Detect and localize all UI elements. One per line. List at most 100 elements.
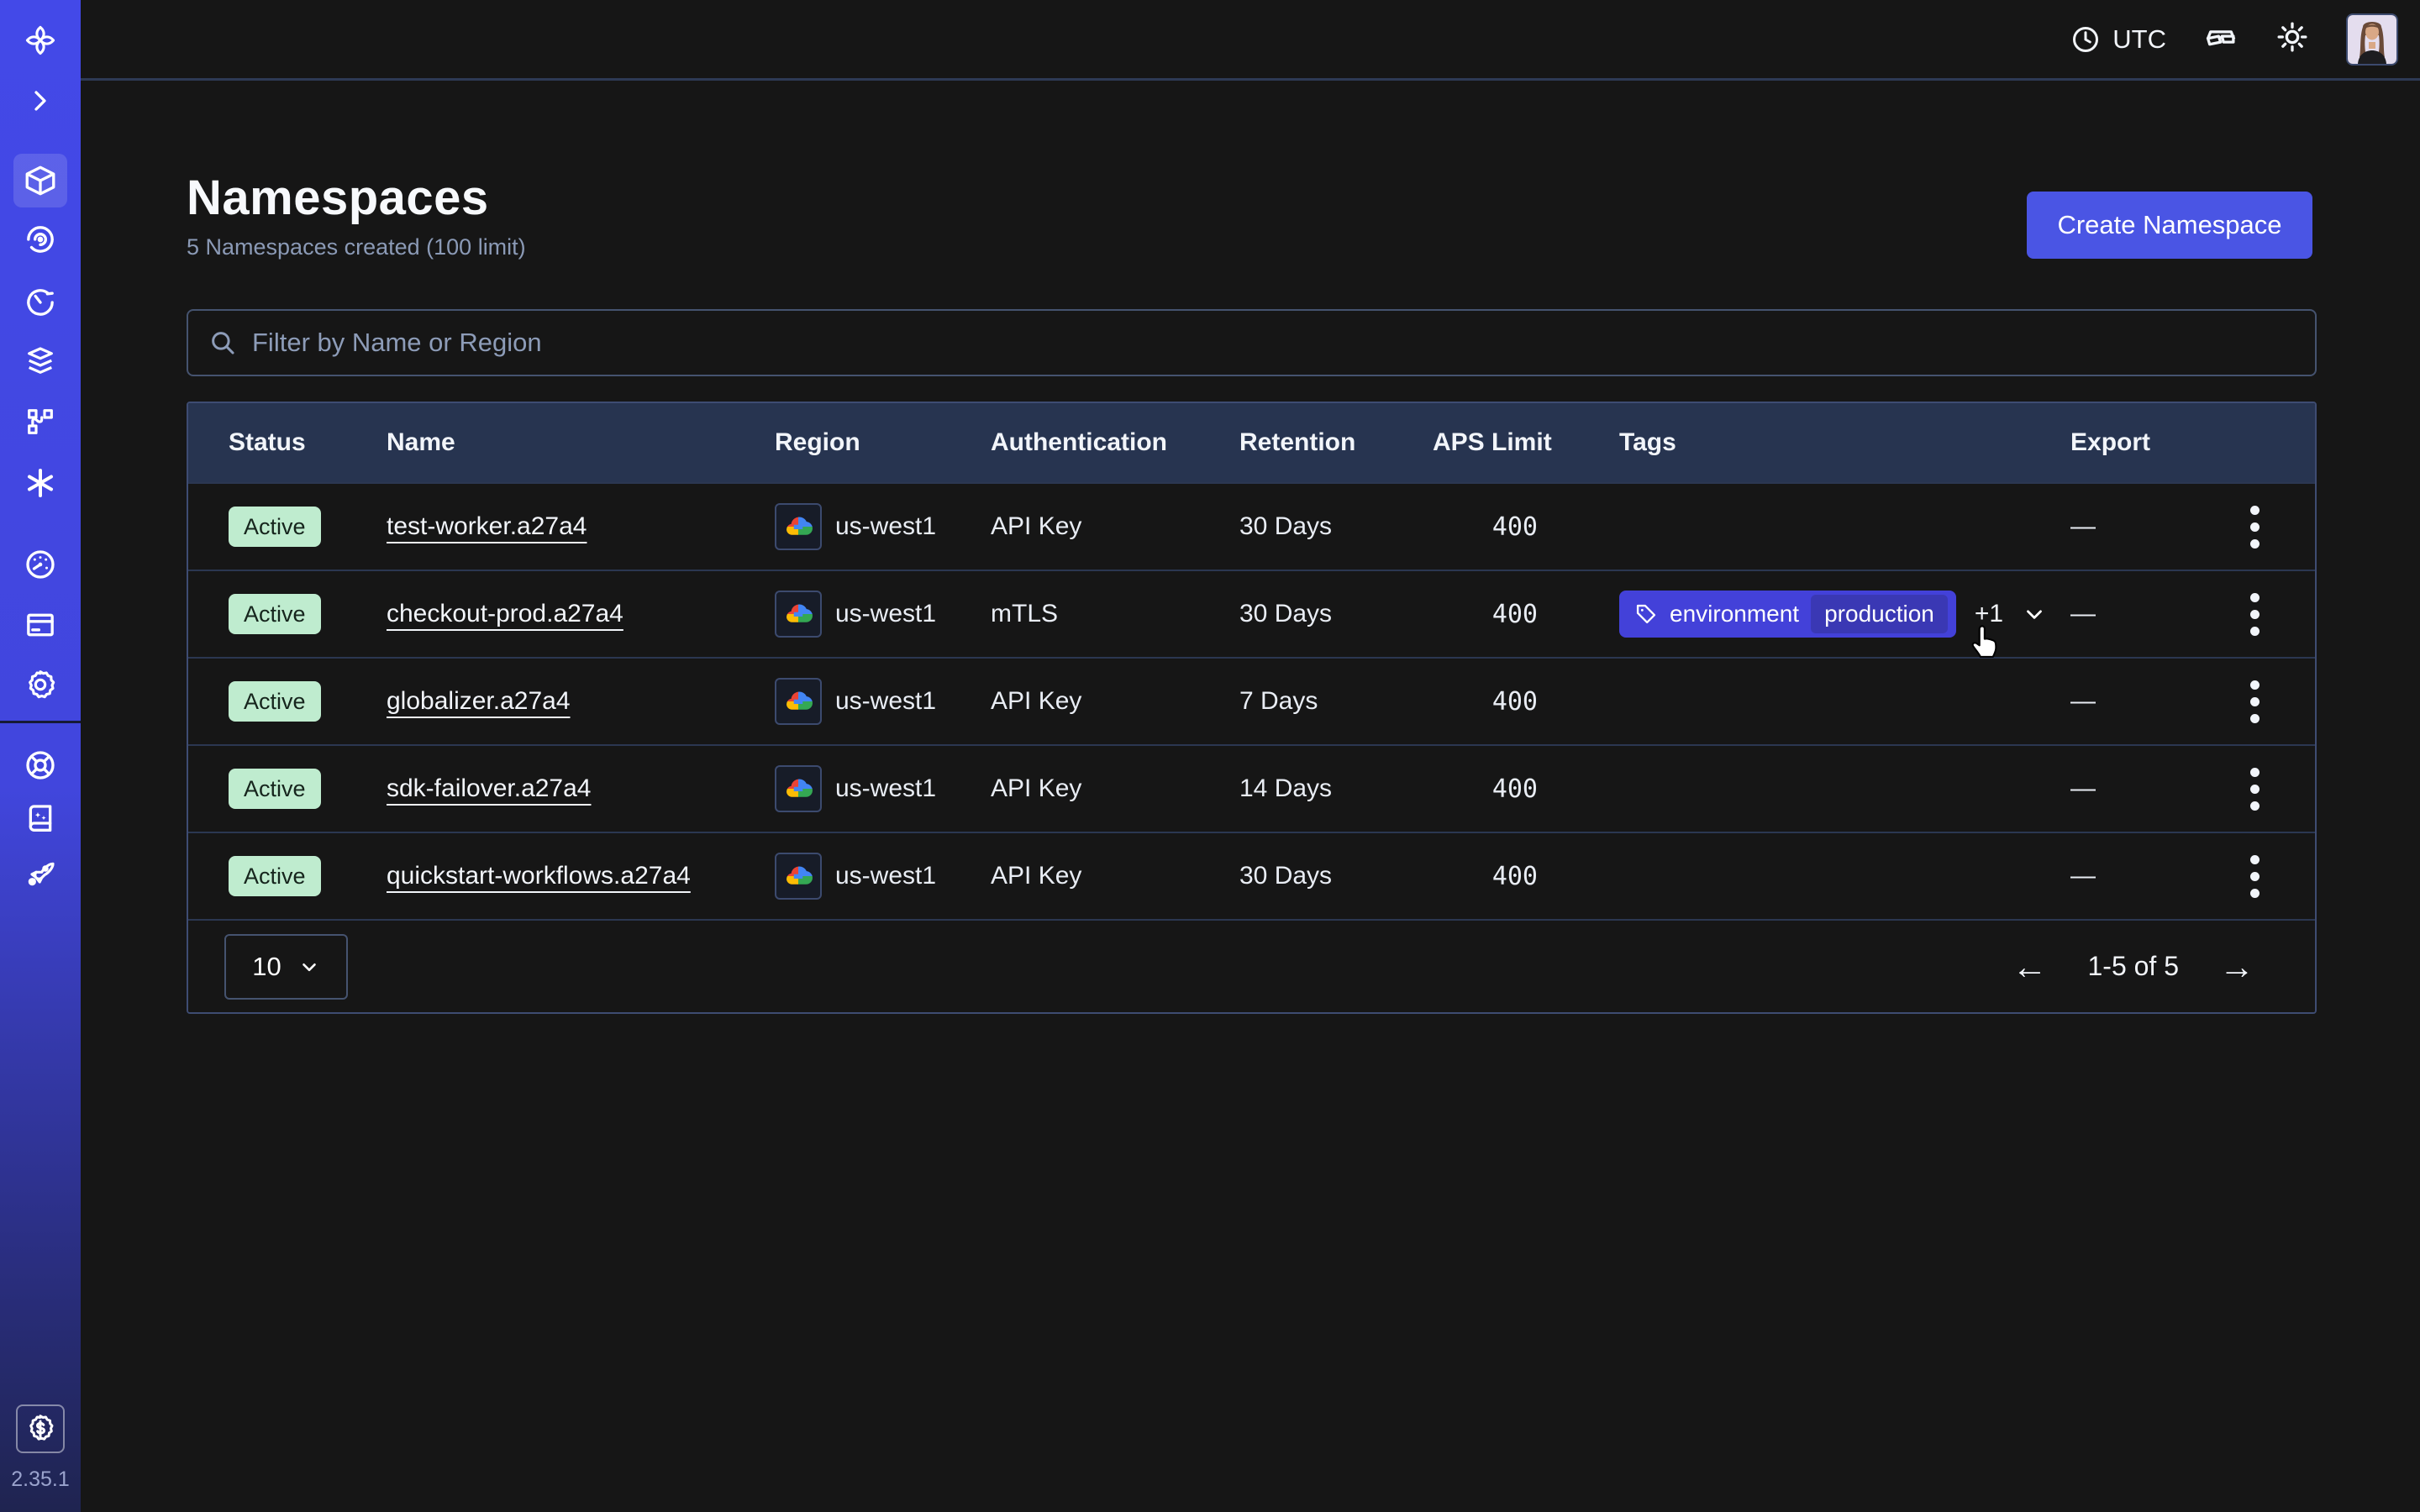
sidebar-item-usage[interactable] bbox=[20, 544, 60, 585]
col-status: Status bbox=[229, 428, 387, 457]
sidebar-item-nexus[interactable] bbox=[20, 463, 60, 503]
tags-cell: environment production +1 bbox=[1619, 591, 2070, 638]
retention-label: 14 Days bbox=[1239, 774, 1433, 803]
app-version: 2.35.1 bbox=[0, 1467, 81, 1492]
retention-label: 7 Days bbox=[1239, 687, 1433, 716]
expand-chevron-icon[interactable] bbox=[20, 81, 60, 121]
sidebar-item-billing[interactable] bbox=[20, 605, 60, 645]
page-size-select[interactable]: 10 bbox=[224, 934, 348, 1000]
table-row[interactable]: Active checkout-prod.a27a4 us-west1 bbox=[188, 570, 2315, 657]
region-label: us-west1 bbox=[835, 687, 936, 716]
export-value: — bbox=[2070, 600, 2096, 628]
namespace-link[interactable]: globalizer.a27a4 bbox=[387, 687, 571, 715]
page-size-value: 10 bbox=[252, 952, 281, 982]
sidebar-item-namespaces[interactable] bbox=[13, 154, 67, 207]
col-name: Name bbox=[387, 428, 775, 457]
col-retention: Retention bbox=[1239, 428, 1433, 457]
sidebar-item-schedules[interactable] bbox=[20, 282, 60, 323]
col-export: Export bbox=[2070, 428, 2315, 457]
tag-value: production bbox=[1811, 595, 1948, 633]
retention-label: 30 Days bbox=[1239, 512, 1433, 541]
sidebar-item-workers[interactable] bbox=[20, 402, 60, 442]
retention-label: 30 Days bbox=[1239, 862, 1433, 890]
aps-limit-value: 400 bbox=[1433, 774, 1538, 804]
sidebar-item-settings[interactable] bbox=[20, 664, 60, 705]
table-footer: 10 ← 1-5 of 5 → bbox=[188, 919, 2315, 1012]
namespace-link[interactable]: quickstart-workflows.a27a4 bbox=[387, 862, 691, 890]
status-badge: Active bbox=[229, 681, 321, 722]
chevron-down-icon bbox=[298, 956, 320, 978]
region-label: us-west1 bbox=[835, 862, 936, 890]
gcp-cloud-icon bbox=[775, 765, 822, 812]
prev-page-button[interactable]: ← bbox=[2012, 949, 2047, 984]
sidebar-item-deployments[interactable] bbox=[20, 341, 60, 381]
row-menu-button[interactable] bbox=[2242, 585, 2268, 644]
row-menu-button[interactable] bbox=[2242, 672, 2268, 732]
search-icon bbox=[208, 328, 237, 357]
create-namespace-button[interactable]: Create Namespace bbox=[2027, 192, 2312, 259]
table-body: Active test-worker.a27a4 us-west1 A bbox=[188, 482, 2315, 919]
namespace-link[interactable]: sdk-failover.a27a4 bbox=[387, 774, 592, 802]
filter-box bbox=[187, 309, 2317, 376]
row-menu-button[interactable] bbox=[2242, 759, 2268, 819]
export-value: — bbox=[2070, 512, 2096, 541]
export-value: — bbox=[2070, 862, 2096, 890]
gcp-cloud-icon bbox=[775, 853, 822, 900]
row-menu-button[interactable] bbox=[2242, 497, 2268, 557]
timezone-selector[interactable]: UTC bbox=[2070, 24, 2166, 55]
export-value: — bbox=[2070, 774, 2096, 803]
sidebar-item-workflows[interactable] bbox=[20, 219, 60, 260]
sidebar-item-docs[interactable] bbox=[20, 799, 60, 839]
table-row[interactable]: Active globalizer.a27a4 us-west1 AP bbox=[188, 657, 2315, 744]
col-region: Region bbox=[775, 428, 991, 457]
topbar: UTC bbox=[81, 0, 2420, 81]
table-row[interactable]: Active test-worker.a27a4 us-west1 A bbox=[188, 482, 2315, 570]
auth-label: API Key bbox=[991, 512, 1239, 541]
tag-icon bbox=[1634, 602, 1658, 626]
filter-input[interactable] bbox=[252, 328, 2295, 358]
gcp-cloud-icon bbox=[775, 591, 822, 638]
sidebar-item-getting-started[interactable] bbox=[20, 853, 60, 894]
pricing-dollar-badge-icon[interactable] bbox=[16, 1404, 65, 1453]
col-authentication: Authentication bbox=[991, 428, 1239, 457]
aps-limit-value: 400 bbox=[1433, 512, 1538, 542]
main-content: Namespaces 5 Namespaces created (100 lim… bbox=[81, 81, 2420, 1512]
namespace-link[interactable]: test-worker.a27a4 bbox=[387, 512, 587, 540]
tag-key: environment bbox=[1670, 601, 1799, 627]
tag-pill[interactable]: environment production bbox=[1619, 591, 1956, 638]
gcp-cloud-icon bbox=[775, 503, 822, 550]
namespace-link[interactable]: checkout-prod.a27a4 bbox=[387, 600, 623, 627]
sidebar: 2.35.1 bbox=[0, 0, 81, 1512]
status-badge: Active bbox=[229, 856, 321, 896]
glasses-icon[interactable] bbox=[2203, 19, 2238, 59]
timezone-label: UTC bbox=[2112, 24, 2166, 55]
auth-label: API Key bbox=[991, 862, 1239, 890]
col-aps-limit: APS Limit bbox=[1433, 428, 1619, 457]
namespaces-table: Status Name Region Authentication Retent… bbox=[187, 402, 2317, 1014]
status-badge: Active bbox=[229, 769, 321, 809]
table-row[interactable]: Active quickstart-workflows.a27a4 us-wes… bbox=[188, 832, 2315, 919]
next-page-button[interactable]: → bbox=[2219, 949, 2254, 984]
avatar[interactable] bbox=[2346, 13, 2398, 66]
region-label: us-west1 bbox=[835, 774, 936, 803]
tags-more-count: +1 bbox=[1975, 600, 2003, 628]
tags-expand-chevron[interactable] bbox=[2022, 601, 2047, 627]
retention-label: 30 Days bbox=[1239, 600, 1433, 628]
gcp-cloud-icon bbox=[775, 678, 822, 725]
page-range: 1-5 of 5 bbox=[2087, 951, 2179, 982]
table-header: Status Name Region Authentication Retent… bbox=[188, 403, 2315, 482]
sun-theme-icon[interactable] bbox=[2275, 20, 2309, 58]
row-menu-button[interactable] bbox=[2242, 847, 2268, 906]
status-badge: Active bbox=[229, 594, 321, 634]
clock-icon bbox=[2070, 24, 2101, 55]
region-label: us-west1 bbox=[835, 512, 936, 541]
aps-limit-value: 400 bbox=[1433, 687, 1538, 717]
status-badge: Active bbox=[229, 507, 321, 547]
sidebar-item-support[interactable] bbox=[20, 745, 60, 785]
table-row[interactable]: Active sdk-failover.a27a4 us-west1 bbox=[188, 744, 2315, 832]
sidebar-divider bbox=[0, 721, 81, 723]
export-value: — bbox=[2070, 687, 2096, 716]
auth-label: API Key bbox=[991, 687, 1239, 716]
temporal-logo[interactable] bbox=[20, 20, 60, 60]
region-label: us-west1 bbox=[835, 600, 936, 628]
